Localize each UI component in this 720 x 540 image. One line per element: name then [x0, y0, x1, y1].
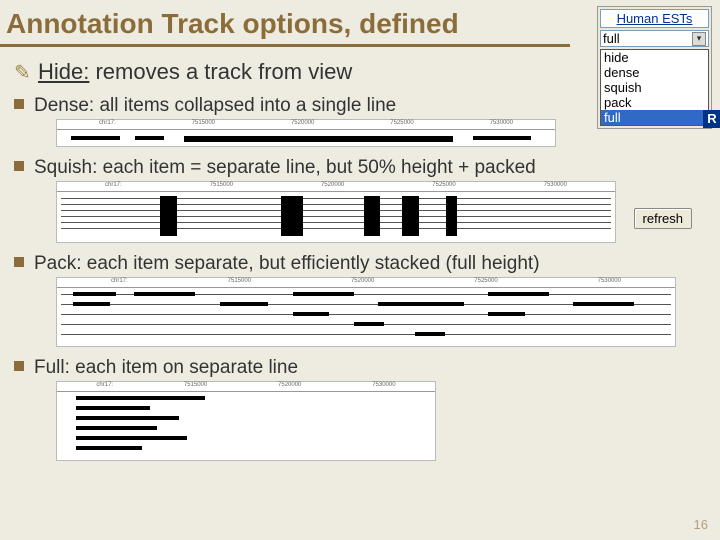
dropdown-option-dense[interactable]: dense	[601, 65, 708, 80]
hide-label: Hide:	[38, 59, 89, 84]
bullet-squish: Squish: each item = separate line, but 5…	[14, 157, 706, 179]
dropdown-option-squish[interactable]: squish	[601, 80, 708, 95]
square-bullet-icon	[14, 161, 24, 171]
page-number: 16	[694, 517, 708, 532]
squish-text: Squish: each item = separate line, but 5…	[34, 157, 706, 179]
bullet-icon: ✎	[14, 60, 32, 85]
square-bullet-icon	[14, 257, 24, 267]
r-badge: R	[703, 110, 720, 128]
dropdown-header[interactable]: Human ESTs	[600, 9, 709, 28]
chevron-down-icon[interactable]: ▾	[692, 32, 706, 46]
bullet-pack: Pack: each item separate, but efficientl…	[14, 253, 706, 275]
dense-track-thumbnail: chr17:7515000752000075250007530000	[56, 119, 556, 147]
dropdown-list: hide dense squish pack full	[600, 49, 709, 126]
pack-text: Pack: each item separate, but efficientl…	[34, 253, 706, 275]
dropdown-select[interactable]: full ▾	[600, 30, 709, 47]
track-dropdown-panel: Human ESTs full ▾ hide dense squish pack…	[597, 6, 712, 129]
dropdown-option-full[interactable]: full	[601, 110, 708, 125]
square-bullet-icon	[14, 361, 24, 371]
squish-track-thumbnail: chr17:7515000752000075250007530000	[56, 181, 616, 243]
dropdown-option-hide[interactable]: hide	[601, 50, 708, 65]
slide-title: Annotation Track options, defined	[0, 0, 570, 47]
bullet-full: Full: each item on separate line	[14, 357, 706, 379]
dropdown-selected-value: full	[603, 31, 620, 46]
refresh-button[interactable]: refresh	[634, 208, 692, 229]
square-bullet-icon	[14, 99, 24, 109]
full-track-thumbnail: chr17:751500075200007530000	[56, 381, 436, 461]
full-text: Full: each item on separate line	[34, 357, 706, 379]
hide-desc: removes a track from view	[95, 59, 352, 84]
dropdown-option-pack[interactable]: pack	[601, 95, 708, 110]
pack-track-thumbnail: chr17:7515000752000075250007530000	[56, 277, 676, 347]
